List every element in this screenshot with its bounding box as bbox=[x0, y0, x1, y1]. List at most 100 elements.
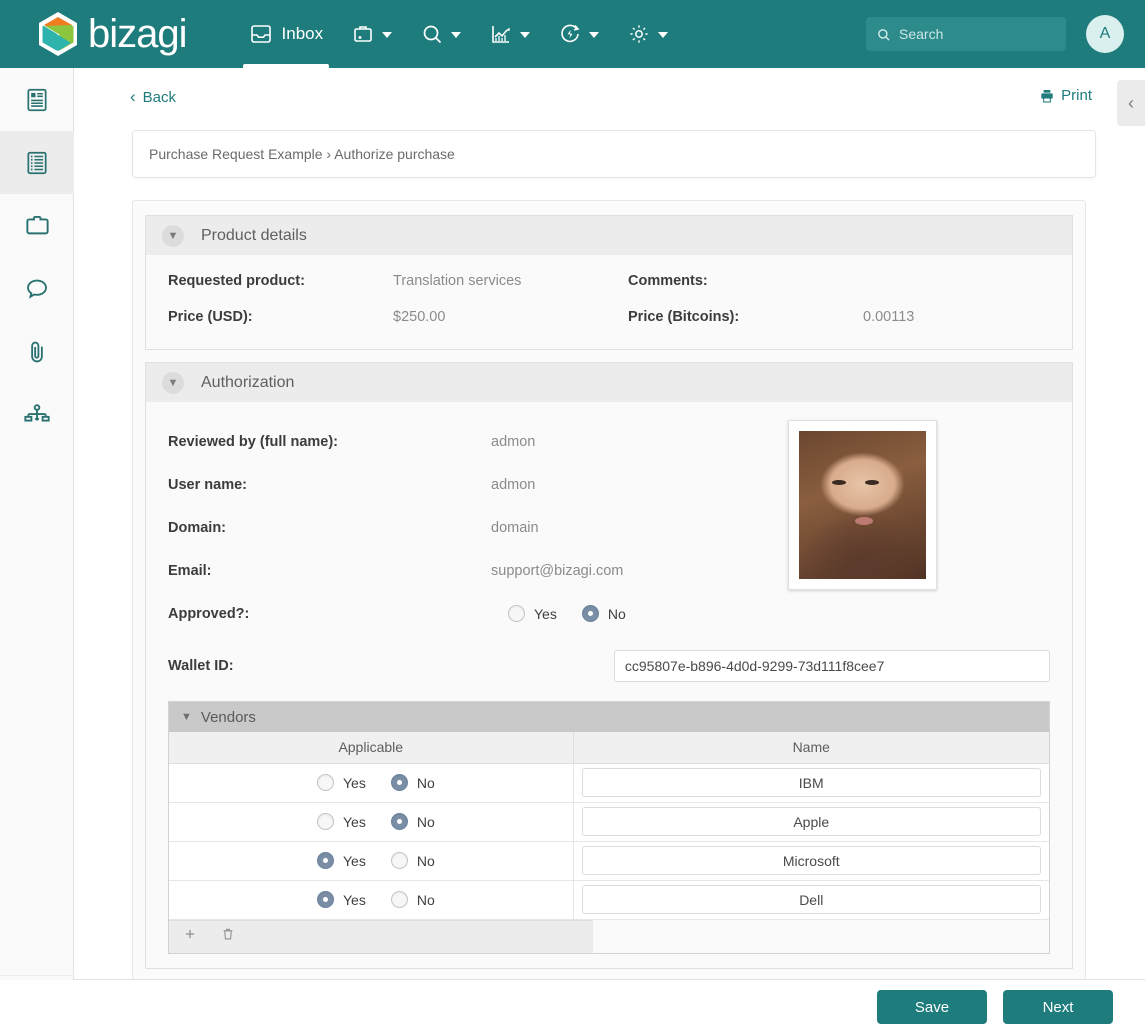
field-reviewed-by-label: Reviewed by (full name): bbox=[168, 433, 339, 450]
section-product-details-header[interactable]: ▼ Product details bbox=[145, 215, 1073, 255]
chevron-down-icon bbox=[382, 32, 393, 38]
vendor-radio-yes[interactable] bbox=[317, 852, 334, 869]
nav-item-search[interactable] bbox=[406, 0, 475, 68]
field-email-value: support@bizagi.com bbox=[491, 562, 624, 579]
nav-item-performance[interactable] bbox=[544, 0, 613, 68]
new-case-briefcase-icon bbox=[351, 22, 375, 46]
nav-item-new-case[interactable] bbox=[337, 0, 406, 68]
process-diagram-icon bbox=[23, 401, 51, 429]
field-user-name-label: User name: bbox=[168, 476, 247, 493]
vendor-name-input[interactable] bbox=[581, 846, 1041, 875]
approved-radio-group: Yes No bbox=[508, 605, 626, 622]
search-icon bbox=[420, 22, 444, 46]
main-content: ‹ Back Print ‹ Purchase Request Example … bbox=[74, 68, 1145, 980]
table-row: Yes No bbox=[169, 763, 1049, 803]
field-comments: Comments: bbox=[628, 273, 828, 289]
panel-collapse-button[interactable]: ‹ bbox=[1117, 80, 1145, 126]
add-row-button[interactable] bbox=[183, 927, 197, 946]
vendor-radio-yes-label: Yes bbox=[343, 813, 366, 830]
vendor-name-input[interactable] bbox=[581, 807, 1041, 836]
vendor-radio-group: Yes No bbox=[317, 774, 573, 791]
section-authorization-header[interactable]: ▼ Authorization bbox=[145, 362, 1073, 402]
vendor-radio-no[interactable] bbox=[390, 774, 408, 791]
chevron-down-icon[interactable]: ▼ bbox=[162, 371, 184, 394]
approved-radio-no-label: No bbox=[607, 605, 626, 622]
field-domain-value: domain bbox=[491, 519, 539, 536]
vendors-table: Applicable Name Yes No IBM Yes No Apple … bbox=[169, 732, 1049, 920]
vendor-radio-yes-label: Yes bbox=[343, 852, 366, 869]
table-row: Yes No bbox=[169, 880, 1049, 920]
field-requested-product: Requested product: Translation services bbox=[168, 273, 628, 289]
wallet-id-input[interactable] bbox=[613, 650, 1050, 682]
breadcrumb-text: Purchase Request Example › Authorize pur… bbox=[149, 146, 455, 162]
field-user-name-value: admon bbox=[491, 476, 536, 493]
vendor-radio-no-label: No bbox=[416, 813, 435, 830]
chevron-down-icon bbox=[658, 32, 669, 38]
cell-name bbox=[573, 880, 1049, 920]
save-button[interactable]: Save bbox=[877, 990, 987, 1024]
field-wallet-id-label: Wallet ID: bbox=[168, 658, 234, 674]
user-avatar[interactable]: A bbox=[1086, 15, 1124, 53]
cell-name bbox=[573, 763, 1049, 803]
vendor-radio-no[interactable] bbox=[390, 813, 408, 830]
avatar-initial: A bbox=[1099, 25, 1111, 42]
performance-bolt-icon bbox=[558, 22, 582, 46]
section-product-details: ▼ Product details Requested product: Tra… bbox=[145, 215, 1073, 350]
section-authorization-body: Reviewed by (full name): admon User name… bbox=[145, 402, 1073, 969]
search-input[interactable]: Search bbox=[899, 26, 943, 42]
vendor-radio-no[interactable] bbox=[390, 891, 408, 908]
print-button-label: Print bbox=[1061, 87, 1092, 104]
vendor-name-input[interactable] bbox=[581, 885, 1041, 914]
action-bar: ‹ Back Print ‹ bbox=[74, 68, 1145, 126]
rail-item-documents[interactable] bbox=[0, 194, 74, 257]
delete-row-button[interactable] bbox=[221, 926, 235, 947]
section-product-details-title: Product details bbox=[201, 226, 307, 244]
top-navigation-bar: bizagi Inbox Search A bbox=[0, 0, 1145, 68]
field-email-label: Email: bbox=[168, 562, 212, 579]
vendors-table-header-row: Applicable Name bbox=[169, 732, 1049, 764]
table-row: Yes No bbox=[169, 841, 1049, 881]
chevron-down-icon[interactable]: ▼ bbox=[181, 711, 192, 723]
vendor-radio-yes[interactable] bbox=[317, 774, 334, 791]
section-product-details-body: Requested product: Translation services … bbox=[145, 255, 1073, 350]
vendor-radio-yes[interactable] bbox=[317, 891, 334, 908]
approved-radio-no[interactable] bbox=[581, 605, 599, 622]
table-row: Yes No bbox=[169, 802, 1049, 842]
nav-item-analytics[interactable] bbox=[475, 0, 544, 68]
field-wallet-id: Wallet ID: bbox=[168, 643, 1050, 689]
printer-icon bbox=[1039, 88, 1055, 104]
rail-item-summary[interactable] bbox=[0, 68, 74, 131]
reviewer-photo bbox=[799, 431, 926, 579]
bizagi-hexagon-logo-icon bbox=[36, 10, 80, 58]
section-authorization-title: Authorization bbox=[201, 373, 295, 391]
vendor-radio-yes-label: Yes bbox=[343, 774, 366, 791]
chevron-down-icon[interactable]: ▼ bbox=[162, 224, 184, 247]
cell-applicable: Yes No bbox=[169, 880, 574, 920]
rail-item-attachments[interactable] bbox=[0, 320, 74, 383]
nav-item-inbox[interactable]: Inbox bbox=[235, 0, 338, 68]
column-header-name: Name bbox=[573, 732, 1049, 764]
chevron-left-icon: ‹ bbox=[130, 87, 136, 106]
cell-name bbox=[573, 802, 1049, 842]
print-button[interactable]: Print bbox=[1039, 87, 1092, 104]
vendor-radio-group: Yes No bbox=[317, 852, 573, 869]
form-footer: Save Next bbox=[0, 980, 1145, 1034]
field-comments-label: Comments: bbox=[628, 273, 708, 289]
vendors-header[interactable]: ▼ Vendors bbox=[169, 702, 1049, 732]
vendor-radio-no[interactable] bbox=[390, 852, 408, 869]
brand-logo[interactable]: bizagi bbox=[36, 10, 188, 58]
top-nav-items: Inbox bbox=[235, 0, 683, 68]
gear-icon bbox=[627, 22, 651, 46]
vendor-name-input[interactable] bbox=[581, 768, 1041, 797]
rail-item-activities[interactable] bbox=[0, 131, 74, 194]
nav-item-settings[interactable] bbox=[613, 0, 682, 68]
vendor-radio-yes[interactable] bbox=[317, 813, 334, 830]
global-search[interactable]: Search bbox=[866, 17, 1066, 51]
approved-radio-yes[interactable] bbox=[508, 605, 525, 622]
rail-item-process-diagram[interactable] bbox=[0, 383, 74, 446]
back-button[interactable]: ‹ Back bbox=[130, 87, 176, 107]
vendor-radio-no-label: No bbox=[416, 891, 435, 908]
rail-item-comments[interactable] bbox=[0, 257, 74, 320]
vendors-table-widget: ▼ Vendors Applicable Name Yes No IBM Yes… bbox=[168, 701, 1050, 954]
next-button[interactable]: Next bbox=[1003, 990, 1113, 1024]
